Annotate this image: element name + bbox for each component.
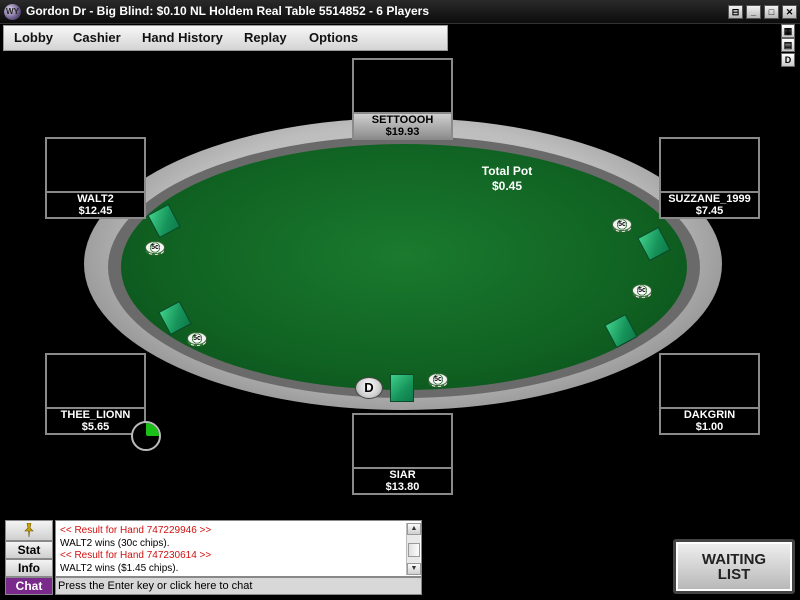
chat-log[interactable]: << Result for Hand 747229946 >> WALT2 wi… [55,520,422,577]
chip-value: 5c [612,218,632,231]
side-tab-strip: Stat Info Chat [5,520,53,595]
chip-stack-icon: 5c [612,218,632,234]
chip-value: 5c [428,373,448,386]
menu-bar: Lobby Cashier Hand History Replay Option… [3,25,448,51]
player-stack: $7.45 [695,205,724,217]
player-name: SUZZANE_1999 [668,193,751,205]
chip-value: 5c [632,284,652,297]
dealer-button-icon: D [355,377,383,399]
player-nameplate: SUZZANE_1999 $7.45 [659,193,760,219]
player-avatar [352,413,453,469]
scroll-up-icon[interactable]: ▲ [407,523,421,535]
waiting-list-label: LIST [717,566,751,583]
player-nameplate: SETTOOOH $19.93 [352,114,453,140]
layout-list-icon[interactable]: ▤ [781,38,795,52]
player-stack: $19.93 [385,126,420,138]
maximize-button[interactable]: □ [764,5,779,19]
card-back-icon [390,374,414,402]
player-avatar [45,137,146,193]
title-bar: WY Gordon Dr - Big Blind: $0.10 NL Holde… [0,0,800,24]
timer-fill [146,423,159,436]
scroll-down-icon[interactable]: ▼ [407,563,421,575]
turn-timer-icon [131,421,161,451]
scroll-thumb[interactable] [408,543,420,557]
player-avatar [45,353,146,409]
waiting-list-label: WAITING [701,551,767,568]
waiting-list-button[interactable]: WAITING LIST [673,539,795,594]
seat-walt2[interactable]: WALT2 $12.45 [45,137,146,219]
chip-stack-icon: 5c [632,284,652,300]
chip-value: 5c [145,241,165,254]
player-name: THEE_LIONN [60,409,131,421]
pot-label: Total Pot [481,164,533,178]
app-logo-icon: WY [4,4,21,20]
tab-chat[interactable]: Chat [5,577,53,595]
chip-value: 5c [187,332,207,345]
seat-suzzane-1999[interactable]: SUZZANE_1999 $7.45 [659,137,760,219]
pin-icon [24,523,34,537]
player-nameplate: SIAR $13.80 [352,469,453,495]
seat-settoooh[interactable]: SETTOOOH $19.93 [352,58,453,140]
minimize-button[interactable]: _ [746,5,761,19]
menu-replay[interactable]: Replay [244,30,287,45]
player-stack: $1.00 [695,421,724,433]
player-name: DAKGRIN [683,409,736,421]
window-title: Gordon Dr - Big Blind: $0.10 NL Holdem R… [26,4,430,18]
chat-input[interactable]: Press the Enter key or click here to cha… [55,577,422,595]
menu-cashier[interactable]: Cashier [73,30,121,45]
seat-dakgrin[interactable]: DAKGRIN $1.00 [659,353,760,435]
pin-tab[interactable] [5,520,53,541]
player-avatar [659,137,760,193]
player-name: SETTOOOH [371,114,434,126]
chat-scrollbar[interactable]: ▲ ▼ [406,523,421,575]
player-name: SIAR [389,469,416,481]
seat-thee-lionn[interactable]: THEE_LIONN $5.65 [45,353,146,435]
player-stack: $5.65 [81,421,110,433]
player-stack: $13.80 [385,481,420,493]
tab-stat[interactable]: Stat [5,541,53,559]
chat-log-line: WALT2 wins (30c chips). [60,538,170,549]
menu-lobby[interactable]: Lobby [14,30,53,45]
layout-grid-icon[interactable]: ▦ [781,24,795,38]
chat-log-line: << Result for Hand 747230614 >> [60,550,212,561]
total-pot: Total Pot $0.45 [467,164,547,194]
chat-log-line: << Result for Hand 747229946 >> [60,525,212,536]
chip-stack-icon: 5c [428,373,448,389]
dealer-toggle-button[interactable]: D [781,53,795,67]
chip-stack-icon: 5c [187,332,207,348]
poker-table-window: WY Gordon Dr - Big Blind: $0.10 NL Holde… [0,0,800,600]
player-nameplate: WALT2 $12.45 [45,193,146,219]
player-avatar [352,58,453,114]
restore-window-button[interactable]: ⊟ [728,5,743,19]
player-stack: $12.45 [78,205,113,217]
table-felt [121,144,687,390]
chat-log-line: WALT2 wins ($1.45 chips). [60,563,179,574]
menu-options[interactable]: Options [309,30,358,45]
player-name: WALT2 [77,193,114,205]
chip-stack-icon: 5c [145,241,165,257]
player-nameplate: DAKGRIN $1.00 [659,409,760,435]
tab-info[interactable]: Info [5,559,53,577]
menu-hand-history[interactable]: Hand History [142,30,223,45]
close-button[interactable]: ✕ [782,5,797,19]
pot-amount: $0.45 [491,179,523,193]
player-avatar [659,353,760,409]
seat-siar[interactable]: SIAR $13.80 [352,413,453,495]
